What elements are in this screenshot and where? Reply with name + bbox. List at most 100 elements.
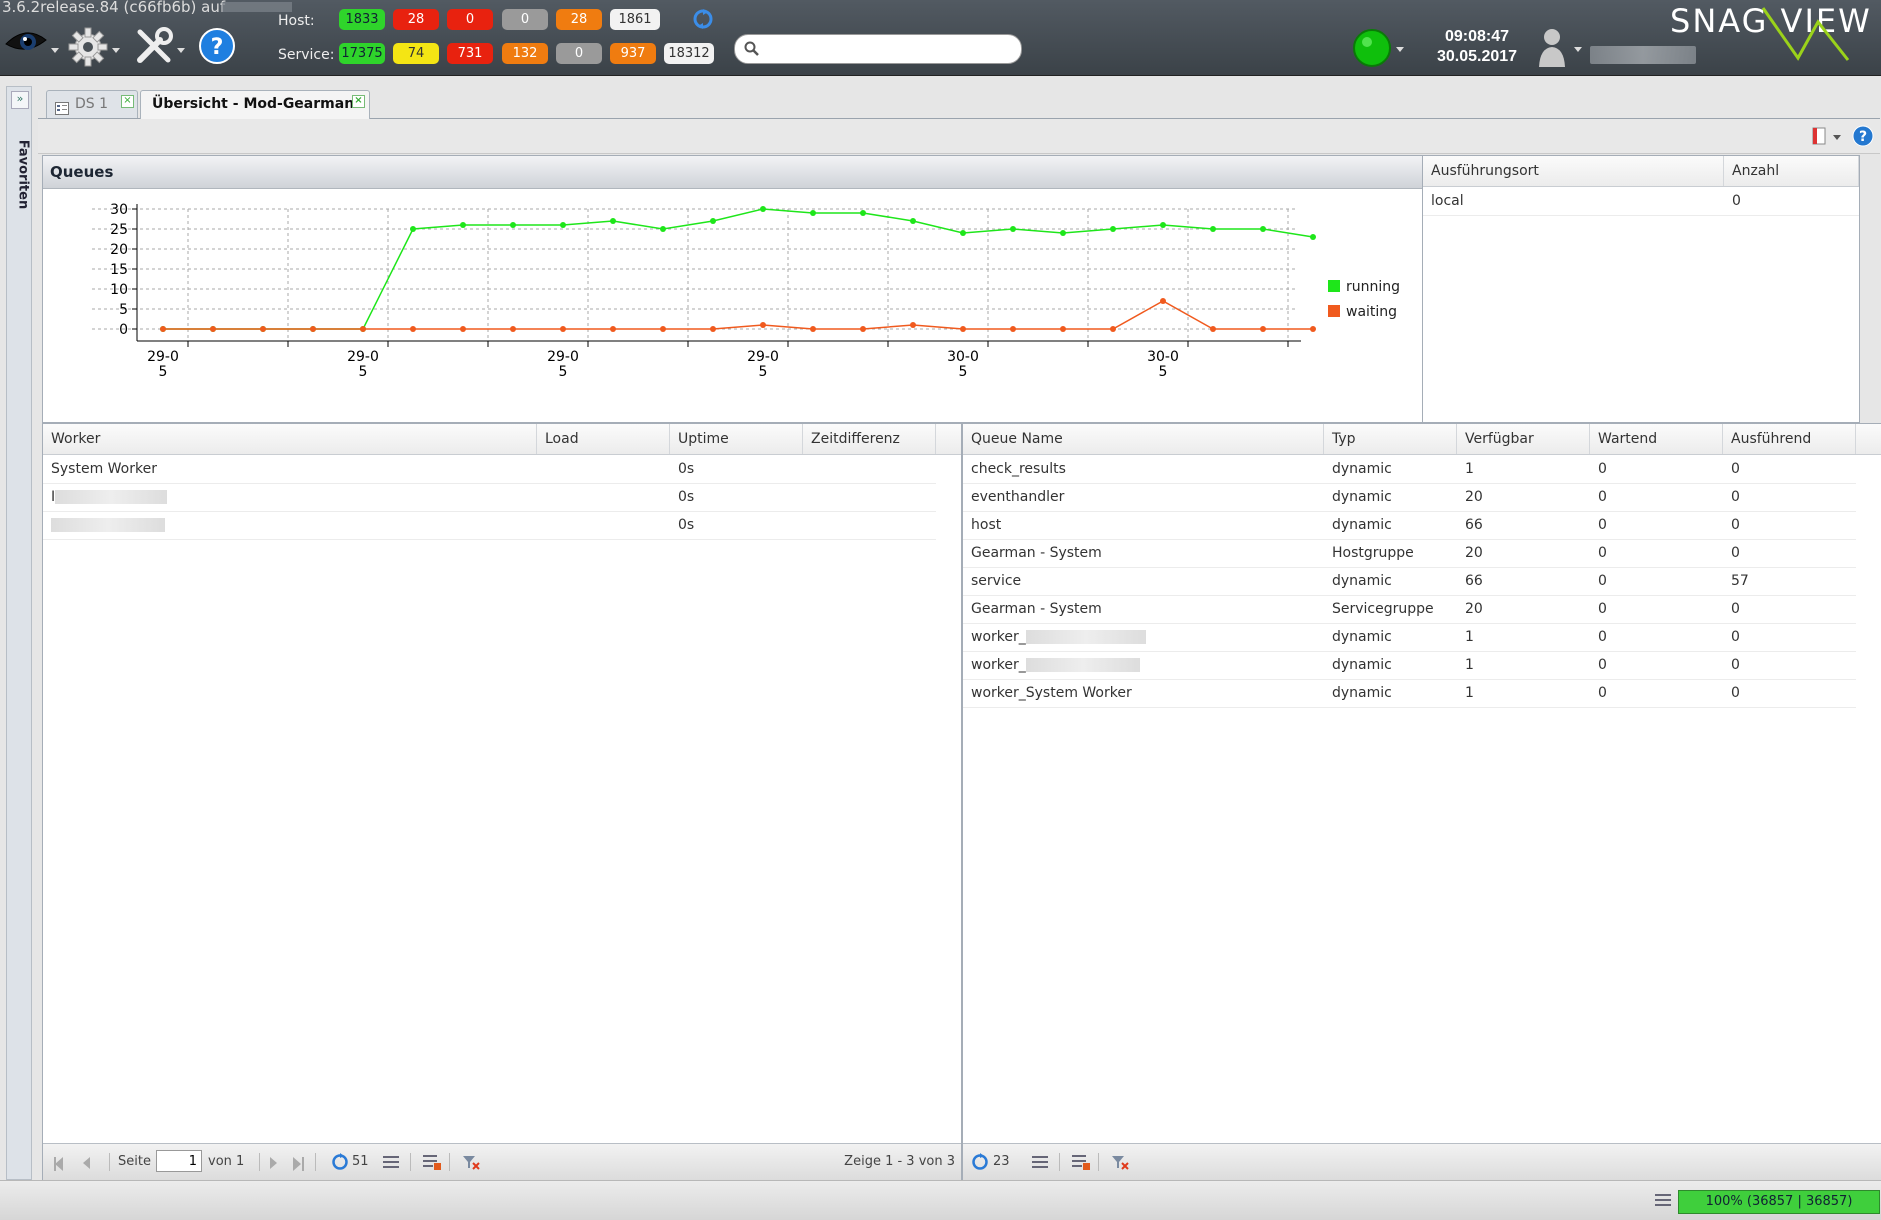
chevron-down-icon[interactable] — [51, 48, 59, 53]
data-point-waiting[interactable] — [310, 326, 316, 332]
data-point-waiting[interactable] — [1310, 326, 1316, 332]
data-point-running[interactable] — [760, 206, 766, 212]
legend-label-waiting[interactable]: waiting — [1346, 304, 1397, 320]
list-icon[interactable] — [1655, 1194, 1671, 1206]
data-point-running[interactable] — [1060, 230, 1066, 236]
column-header-ausfuehrend[interactable]: Ausführend — [1723, 424, 1856, 454]
first-page-icon[interactable] — [55, 1157, 63, 1171]
host-ack-badge[interactable]: 28 — [556, 9, 602, 30]
column-header-verfuegbar[interactable]: Verfügbar — [1457, 424, 1590, 454]
data-point-waiting[interactable] — [860, 326, 866, 332]
table-row[interactable]: Gearman - System Hostgruppe 20 0 0 — [963, 539, 1856, 568]
data-point-running[interactable] — [410, 226, 416, 232]
help-icon[interactable]: ? — [1852, 125, 1874, 147]
table-row[interactable]: worker_ dynamic 1 0 0 — [963, 651, 1856, 680]
data-point-waiting[interactable] — [1260, 326, 1266, 332]
close-icon[interactable]: × — [352, 95, 365, 108]
service-total-badge[interactable]: 18312 — [664, 43, 714, 64]
column-header-queue-name[interactable]: Queue Name — [963, 424, 1324, 454]
host-down-badge[interactable]: 28 — [393, 9, 439, 30]
table-row[interactable]: worker_System Worker dynamic 1 0 0 — [963, 679, 1856, 708]
list-icon[interactable] — [383, 1156, 399, 1168]
data-point-waiting[interactable] — [660, 326, 666, 332]
data-point-running[interactable] — [1260, 226, 1266, 232]
data-point-waiting[interactable] — [760, 322, 766, 328]
data-point-waiting[interactable] — [960, 326, 966, 332]
column-header-typ[interactable]: Typ — [1324, 424, 1457, 454]
favorites-sidebar[interactable]: » Favoriten — [6, 86, 32, 1180]
data-point-running[interactable] — [510, 222, 516, 228]
data-point-waiting[interactable] — [560, 326, 566, 332]
chevron-down-icon[interactable] — [112, 48, 120, 53]
eye-icon[interactable] — [4, 26, 48, 62]
filter-clear-icon[interactable] — [462, 1154, 480, 1170]
tools-icon[interactable] — [134, 26, 174, 66]
data-point-running[interactable] — [1310, 234, 1316, 240]
bookmark-icon[interactable] — [1811, 127, 1829, 145]
data-point-running[interactable] — [1210, 226, 1216, 232]
data-point-waiting[interactable] — [610, 326, 616, 332]
last-page-icon[interactable] — [293, 1157, 301, 1171]
data-point-waiting[interactable] — [910, 322, 916, 328]
close-icon[interactable]: × — [121, 95, 134, 108]
service-ok-badge[interactable]: 17375 — [339, 43, 385, 64]
prev-page-icon[interactable] — [83, 1157, 90, 1169]
host-up-badge[interactable]: 1833 — [339, 9, 385, 30]
column-header-wartend[interactable]: Wartend — [1590, 424, 1723, 454]
data-point-running[interactable] — [660, 226, 666, 232]
service-ack-badge[interactable]: 937 — [610, 43, 656, 64]
table-row[interactable]: Gearman - System Servicegruppe 20 0 0 — [963, 595, 1856, 624]
service-critical-badge[interactable]: 731 — [447, 43, 493, 64]
data-point-waiting[interactable] — [410, 326, 416, 332]
chevron-down-icon[interactable] — [177, 48, 185, 53]
gear-icon[interactable] — [67, 26, 109, 68]
data-point-waiting[interactable] — [1210, 326, 1216, 332]
data-point-waiting[interactable] — [360, 326, 366, 332]
chevron-down-icon[interactable] — [1396, 47, 1404, 52]
data-point-waiting[interactable] — [460, 326, 466, 332]
data-point-waiting[interactable] — [210, 326, 216, 332]
chevron-down-icon[interactable] — [1574, 47, 1582, 52]
column-header-load[interactable]: Load — [537, 424, 670, 454]
expand-icon[interactable]: » — [11, 91, 29, 109]
legend-label-running[interactable]: running — [1346, 279, 1400, 295]
data-point-waiting[interactable] — [260, 326, 266, 332]
column-header-uptime[interactable]: Uptime — [670, 424, 803, 454]
data-point-running[interactable] — [1110, 226, 1116, 232]
data-point-waiting[interactable] — [510, 326, 516, 332]
data-point-running[interactable] — [560, 222, 566, 228]
legend-swatch-running[interactable] — [1328, 280, 1340, 292]
data-point-running[interactable] — [1160, 222, 1166, 228]
data-point-waiting[interactable] — [810, 326, 816, 332]
help-icon[interactable]: ? — [198, 27, 236, 65]
column-header-worker[interactable]: Worker — [43, 424, 537, 454]
data-point-running[interactable] — [810, 210, 816, 216]
service-unknown-badge[interactable]: 132 — [502, 43, 548, 64]
tab-mod-gearman[interactable]: Übersicht - Mod-Gearman × — [140, 90, 370, 119]
data-point-waiting[interactable] — [1160, 298, 1166, 304]
page-number-input[interactable] — [156, 1150, 202, 1172]
host-unreachable-badge[interactable]: 0 — [447, 9, 493, 30]
filter-clear-icon[interactable] — [1111, 1154, 1129, 1170]
table-row[interactable]: eventhandler dynamic 20 0 0 — [963, 483, 1856, 512]
table-row[interactable]: check_results dynamic 1 0 0 — [963, 455, 1856, 484]
status-light-icon[interactable] — [1352, 28, 1392, 68]
table-row[interactable]: System Worker 0s — [43, 455, 936, 484]
table-row[interactable]: 0s — [43, 511, 936, 540]
list-icon[interactable] — [1032, 1156, 1048, 1168]
data-point-waiting[interactable] — [710, 326, 716, 332]
host-pending-badge[interactable]: 0 — [502, 9, 548, 30]
data-point-running[interactable] — [710, 218, 716, 224]
column-header-ausfuehrungsort[interactable]: Ausführungsort — [1423, 156, 1724, 186]
data-point-waiting[interactable] — [1110, 326, 1116, 332]
table-row[interactable]: local 0 — [1423, 187, 1859, 216]
table-row[interactable]: worker_ dynamic 1 0 0 — [963, 623, 1856, 652]
search-input[interactable] — [765, 38, 1014, 60]
legend-swatch-waiting[interactable] — [1328, 305, 1340, 317]
column-header-zeitdifferenz[interactable]: Zeitdifferenz — [803, 424, 936, 454]
data-point-running[interactable] — [910, 218, 916, 224]
column-header-anzahl[interactable]: Anzahl — [1724, 156, 1859, 186]
data-point-running[interactable] — [860, 210, 866, 216]
tab-ds1[interactable]: DS 1 × — [46, 90, 138, 118]
data-point-waiting[interactable] — [1060, 326, 1066, 332]
